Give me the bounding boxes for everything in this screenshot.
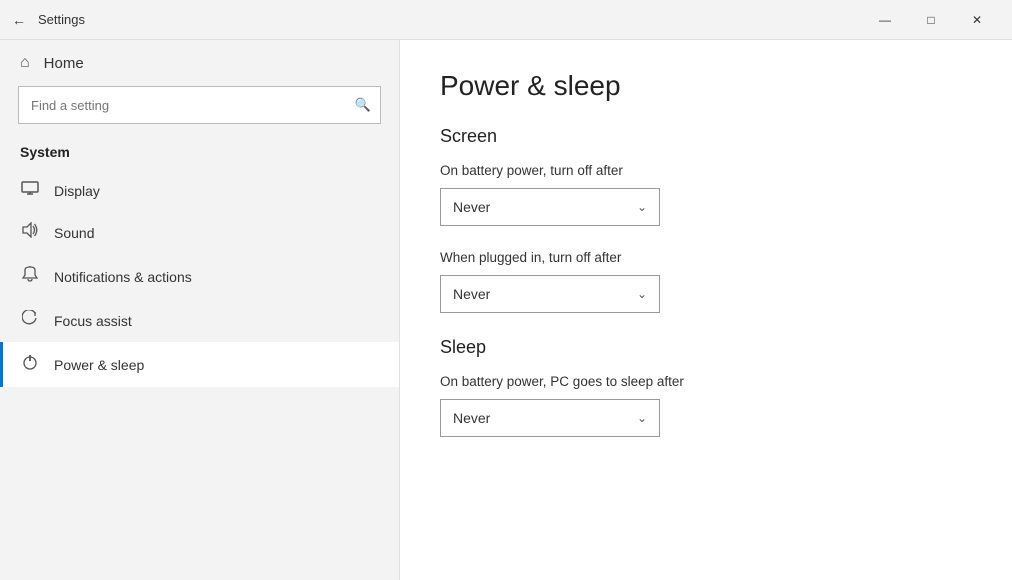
sidebar-item-notifications-label: Notifications & actions (54, 269, 192, 285)
power-icon (20, 353, 40, 376)
screen-plugged-dropdown[interactable]: Never ⌄ (440, 275, 660, 313)
maximize-button[interactable]: □ (908, 0, 954, 40)
search-input[interactable] (18, 86, 381, 124)
sidebar-item-display[interactable]: Display (0, 170, 399, 211)
focus-icon (20, 310, 40, 331)
sidebar-home-label: Home (44, 55, 84, 72)
screen-battery-arrow: ⌄ (637, 200, 647, 214)
search-box: 🔍 (18, 86, 381, 124)
sidebar-section-title: System (0, 138, 399, 170)
sidebar-item-power[interactable]: Power & sleep (0, 342, 399, 387)
screen-plugged-value: Never (453, 286, 490, 302)
section-screen-title: Screen (440, 126, 972, 147)
search-icon: 🔍 (355, 97, 371, 113)
title-bar: ← Settings — □ ✕ (0, 0, 1012, 40)
sleep-battery-value: Never (453, 410, 490, 426)
sidebar-item-power-label: Power & sleep (54, 357, 144, 373)
sleep-battery-label: On battery power, PC goes to sleep after (440, 374, 972, 389)
sidebar-item-sound[interactable]: Sound (0, 211, 399, 254)
screen-battery-setting: On battery power, turn off after Never ⌄ (440, 163, 972, 226)
sound-icon (20, 222, 40, 243)
sidebar-item-focus-label: Focus assist (54, 313, 132, 329)
screen-plugged-setting: When plugged in, turn off after Never ⌄ (440, 250, 972, 313)
minimize-button[interactable]: — (862, 0, 908, 40)
display-icon (20, 181, 40, 200)
sidebar-item-sound-label: Sound (54, 225, 94, 241)
back-button[interactable]: ← (12, 12, 26, 28)
content-area: Power & sleep Screen On battery power, t… (400, 40, 1012, 580)
screen-battery-label: On battery power, turn off after (440, 163, 972, 178)
window-controls: — □ ✕ (862, 0, 1000, 40)
sidebar-item-display-label: Display (54, 183, 100, 199)
window-title: Settings (38, 12, 862, 27)
close-button[interactable]: ✕ (954, 0, 1000, 40)
notifications-icon (20, 265, 40, 288)
section-sleep-title: Sleep (440, 337, 972, 358)
screen-plugged-arrow: ⌄ (637, 287, 647, 301)
sidebar-item-notifications[interactable]: Notifications & actions (0, 254, 399, 299)
sidebar: ⌂ Home 🔍 System Display (0, 40, 400, 580)
sleep-battery-setting: On battery power, PC goes to sleep after… (440, 374, 972, 437)
sleep-battery-dropdown[interactable]: Never ⌄ (440, 399, 660, 437)
sidebar-item-home[interactable]: ⌂ Home (0, 40, 399, 86)
sidebar-item-focus[interactable]: Focus assist (0, 299, 399, 342)
app-body: ⌂ Home 🔍 System Display (0, 40, 1012, 580)
screen-plugged-label: When plugged in, turn off after (440, 250, 972, 265)
home-icon: ⌂ (20, 54, 30, 72)
screen-battery-value: Never (453, 199, 490, 215)
page-title: Power & sleep (440, 70, 972, 102)
sleep-battery-arrow: ⌄ (637, 411, 647, 425)
screen-battery-dropdown[interactable]: Never ⌄ (440, 188, 660, 226)
